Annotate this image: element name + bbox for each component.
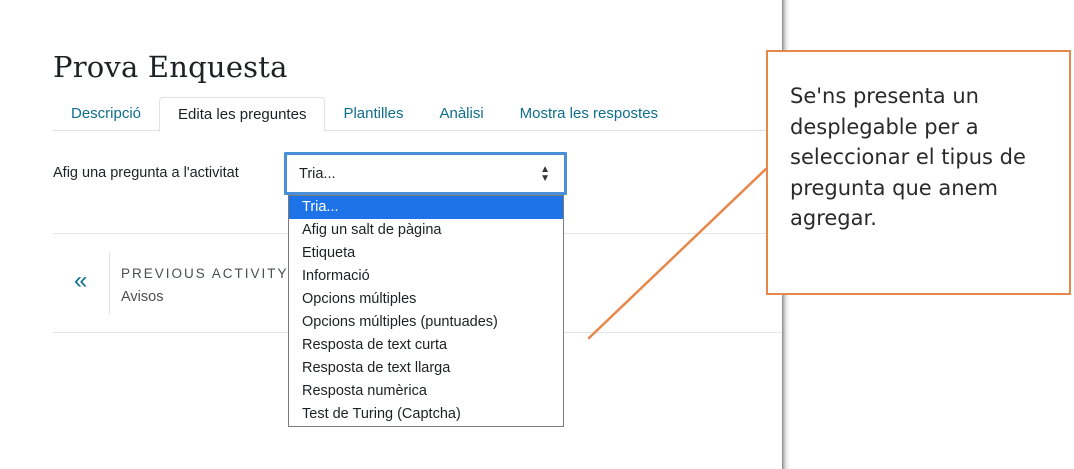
tab-analisi[interactable]: Anàlisi <box>421 97 501 131</box>
dropdown-option-tria[interactable]: Tria... <box>289 196 563 219</box>
dropdown-option-etiqueta[interactable]: Etiqueta <box>289 242 563 265</box>
annotation-callout: Se'ns presenta un desplegable per a sele… <box>766 50 1071 295</box>
dropdown-option-text-llarga[interactable]: Resposta de text llarga <box>289 357 563 380</box>
page-title: Prova Enquesta <box>53 50 288 84</box>
previous-activity-label: PREVIOUS ACTIVITY <box>121 266 289 281</box>
tab-plantilles[interactable]: Plantilles <box>325 97 421 131</box>
divider <box>109 252 110 314</box>
dropdown-option-captcha[interactable]: Test de Turing (Captcha) <box>289 403 563 426</box>
dropdown-option-salt-de-pagina[interactable]: Afig un salt de pàgina <box>289 219 563 242</box>
tab-mostra-les-respostes[interactable]: Mostra les respostes <box>502 97 676 131</box>
dropdown-option-numerica[interactable]: Resposta numèrica <box>289 380 563 403</box>
course-page-panel: Prova Enquesta Descripció Edita les preg… <box>0 0 782 469</box>
question-type-select[interactable]: Tria... ▲ ▼ <box>284 152 567 195</box>
callout-text: Se'ns presenta un desplegable per a sele… <box>790 84 1026 230</box>
dropdown-option-text-curta[interactable]: Resposta de text curta <box>289 334 563 357</box>
dropdown-option-informacio[interactable]: Informació <box>289 265 563 288</box>
tab-bar: Descripció Edita les preguntes Plantille… <box>53 97 782 132</box>
previous-activity-link[interactable]: Avisos <box>121 289 163 305</box>
tab-edita-les-preguntes[interactable]: Edita les preguntes <box>159 97 326 132</box>
tab-descripcio[interactable]: Descripció <box>53 97 159 131</box>
add-question-label: Afig una pregunta a l'activitat <box>53 165 239 181</box>
select-arrows-icon: ▲ ▼ <box>540 164 550 184</box>
double-chevron-left-icon[interactable]: « <box>74 266 87 296</box>
dropdown-option-opcions-multiples-puntuades[interactable]: Opcions múltiples (puntuades) <box>289 311 563 334</box>
dropdown-option-opcions-multiples[interactable]: Opcions múltiples <box>289 288 563 311</box>
question-type-dropdown: Tria... Afig un salt de pàgina Etiqueta … <box>288 195 564 427</box>
select-current-value: Tria... <box>299 166 336 182</box>
